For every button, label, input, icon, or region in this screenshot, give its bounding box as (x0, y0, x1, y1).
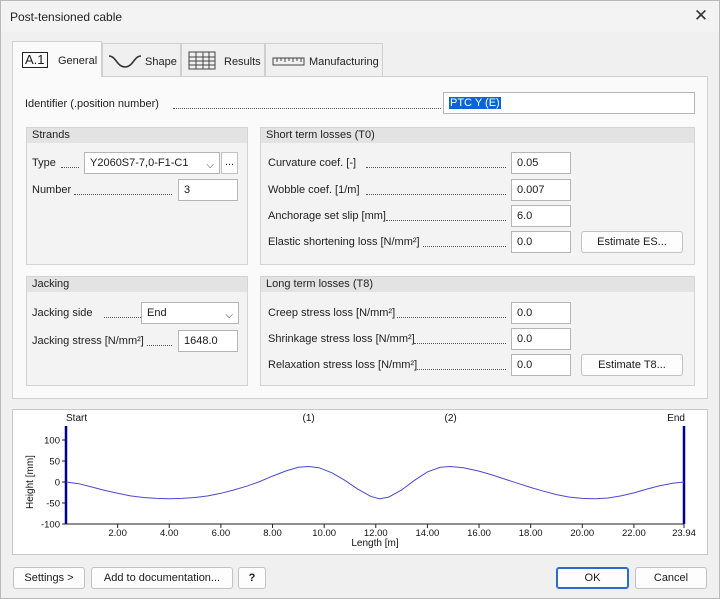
tab-shape-label: Shape (145, 56, 177, 68)
type-label: Type (32, 157, 56, 169)
y-tick-label: 50 (49, 457, 60, 468)
jacking-side-select[interactable]: End ⌵ (141, 302, 239, 324)
x-axis-label: Length [m] (351, 538, 398, 549)
curve-icon (108, 55, 142, 68)
y-tick-label: 0 (55, 478, 60, 489)
identifier-input[interactable]: PTC Y (E) (443, 92, 695, 114)
tab-manufacturing[interactable]: Manufacturing (265, 43, 383, 76)
general-panel: Identifier (.position number) PTC Y (E) … (12, 76, 708, 399)
window-title: Post-tensioned cable (10, 10, 123, 24)
section-marker-label: End (667, 413, 685, 424)
identifier-leader (173, 108, 441, 109)
tab-results-label: Results (224, 56, 261, 68)
strand-type-more-button[interactable]: ... (221, 152, 238, 174)
shrinkage-input[interactable]: 0.0 (511, 328, 571, 350)
estimate-t8-button[interactable]: Estimate T8... (581, 354, 683, 376)
anchorage-slip-label: Anchorage set slip [mm] (268, 210, 386, 222)
x-tick-label: 18.00 (519, 528, 543, 539)
tab-shape[interactable]: Shape (102, 43, 181, 76)
table-icon (188, 51, 216, 70)
identifier-value: PTC Y (E) (449, 97, 501, 109)
strand-number-input[interactable]: 3 (178, 179, 238, 201)
x-tick-label: 6.00 (212, 528, 231, 539)
long-term-losses-group: Long term losses (T8) Creep stress loss … (260, 276, 695, 386)
strand-type-select[interactable]: Y2060S7-7,0-F1-C1 ⌵ (84, 152, 220, 174)
title-bar: Post-tensioned cable ✕ (1, 1, 719, 32)
section-a1-icon: A.1 (22, 52, 48, 68)
wobble-input[interactable]: 0.007 (511, 179, 571, 201)
short-term-losses-group: Short term losses (T0) Curvature coef. [… (260, 127, 695, 265)
jacking-stress-leader (147, 345, 172, 346)
relaxation-input[interactable]: 0.0 (511, 354, 571, 376)
curvature-leader (366, 167, 506, 168)
tab-general-label: General (58, 55, 98, 67)
cable-profile-svg: 100500-50-1002.00 4.00 6.00 8.00 10.00 12.00 1… (25, 413, 696, 549)
strands-group: Strands Type Y2060S7-7,0-F1-C1 ⌵ ... Num… (26, 127, 248, 265)
close-button[interactable]: ✕ (689, 5, 713, 27)
long-term-header: Long term losses (T8) (261, 277, 694, 292)
chevron-down-icon: ⌵ (206, 160, 214, 171)
creep-leader (397, 317, 506, 318)
cable-profile-line (65, 465, 685, 500)
strand-type-value: Y2060S7-7,0-F1-C1 (90, 157, 189, 169)
settings-button[interactable]: Settings > (13, 567, 85, 589)
tab-manufacturing-label: Manufacturing (309, 56, 379, 68)
elastic-shortening-label: Elastic shortening loss [N/mm²] (268, 236, 420, 248)
x-tick-label: 22.00 (622, 528, 646, 539)
estimate-es-button[interactable]: Estimate ES... (581, 231, 683, 253)
cancel-button[interactable]: Cancel (635, 567, 707, 589)
tab-general[interactable]: A.1 General (12, 41, 102, 77)
ok-button[interactable]: OK (556, 567, 629, 589)
jacking-header: Jacking (27, 277, 247, 292)
type-leader (61, 167, 79, 168)
x-tick-label: 23.94 (672, 528, 696, 539)
anchorage-slip-input[interactable]: 6.0 (511, 205, 571, 227)
short-term-header: Short term losses (T0) (261, 128, 694, 143)
y-tick-label: -50 (46, 499, 60, 510)
number-label: Number (32, 184, 72, 196)
relaxation-leader (415, 369, 506, 370)
y-tick-label: -100 (41, 520, 60, 531)
section-marker-label: (2) (445, 413, 457, 424)
number-leader (74, 194, 172, 195)
help-button[interactable]: ? (238, 567, 266, 589)
x-tick-label: 10.00 (312, 528, 336, 539)
ruler-icon (272, 57, 305, 66)
tab-results[interactable]: Results (181, 43, 265, 76)
section-marker-label: (1) (303, 413, 315, 424)
y-axis-label: Height [mm] (25, 455, 36, 509)
x-tick-label: 20.00 (570, 528, 594, 539)
x-tick-label: 4.00 (160, 528, 179, 539)
identifier-label: Identifier (.position number) (25, 98, 159, 110)
curvature-label: Curvature coef. [-] (268, 157, 357, 169)
x-tick-label: 14.00 (416, 528, 440, 539)
jacking-stress-input[interactable]: 1648.0 (178, 330, 238, 352)
curvature-input[interactable]: 0.05 (511, 152, 571, 174)
cable-profile-chart: 100 50 0 -50 -100 2.00 4.00 6.00 8.00 10.00 12.00 1… (12, 409, 708, 555)
jacking-stress-label: Jacking stress [N/mm²] (32, 335, 144, 347)
elastic-leader (423, 246, 506, 247)
x-tick-label: 8.00 (263, 528, 282, 539)
jacking-side-label: Jacking side (32, 307, 93, 319)
jacking-group: Jacking Jacking side End ⌵ Jacking stres… (26, 276, 248, 386)
wobble-label: Wobble coef. [1/m] (268, 184, 360, 196)
shrinkage-leader (414, 343, 506, 344)
creep-input[interactable]: 0.0 (511, 302, 571, 324)
add-to-documentation-button[interactable]: Add to documentation... (91, 567, 233, 589)
strands-header: Strands (27, 128, 247, 143)
creep-label: Creep stress loss [N/mm²] (268, 307, 396, 319)
section-marker-label: Start (66, 413, 87, 424)
close-icon: ✕ (693, 6, 709, 25)
anchorage-leader (386, 220, 506, 221)
shrinkage-label: Shrinkage stress loss [N/mm²] (268, 333, 415, 345)
wobble-leader (366, 194, 506, 195)
jacking-side-value: End (147, 307, 167, 319)
x-tick-label: 16.00 (467, 528, 491, 539)
dialog-window: Post-tensioned cable ✕ A.1 General Shape… (0, 0, 720, 599)
chevron-down-icon: ⌵ (225, 310, 233, 321)
x-tick-label: 2.00 (108, 528, 127, 539)
elastic-shortening-input[interactable]: 0.0 (511, 231, 571, 253)
y-tick-label: 100 (44, 436, 60, 447)
relaxation-label: Relaxation stress loss [N/mm²] (268, 359, 418, 371)
